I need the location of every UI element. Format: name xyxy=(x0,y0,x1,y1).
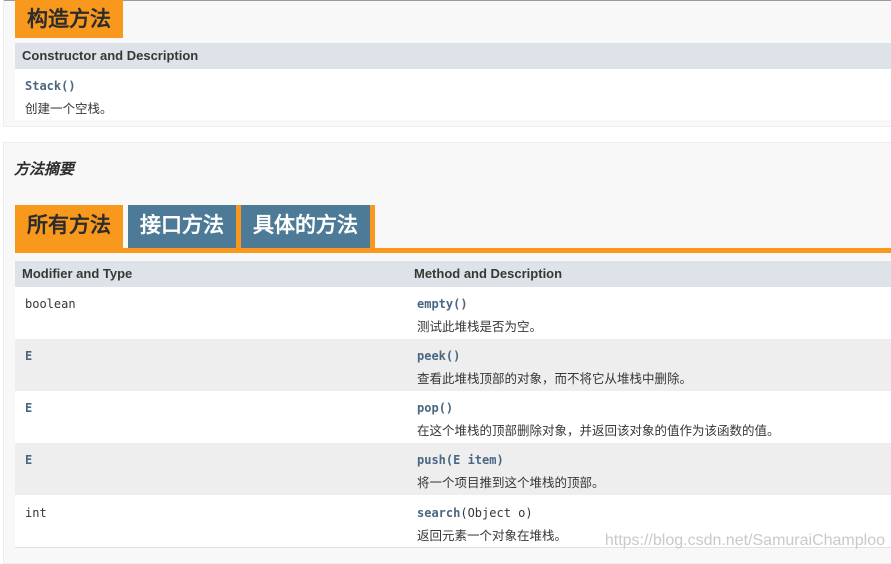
method-params: (Object o) xyxy=(460,506,533,520)
type-column-header: Modifier and Type xyxy=(22,266,133,281)
method-link-empty[interactable]: empty xyxy=(417,297,453,311)
tab-concrete-methods[interactable]: 具体的方法 xyxy=(241,205,375,248)
constructor-params: () xyxy=(61,79,76,93)
tab-interface-methods[interactable]: 接口方法 xyxy=(128,205,241,248)
tab-concrete-methods-label: 具体的方法 xyxy=(253,213,358,237)
method-params: () xyxy=(438,401,454,415)
method-description: 测试此堆栈是否为空。 xyxy=(417,319,543,334)
table-row: E pop() 在这个堆栈的顶部删除对象，并返回该对象的值作为该函数的值。 xyxy=(15,391,891,443)
method-description: 将一个项目推到这个堆栈的顶部。 xyxy=(417,475,605,490)
tab-constructors-label: 构造方法 xyxy=(27,7,111,31)
table-row: Stack() 创建一个空栈。 xyxy=(15,69,891,120)
tab-constructors[interactable]: 构造方法 xyxy=(15,0,123,38)
constructor-table-header: Constructor and Description xyxy=(15,43,891,69)
method-link-search[interactable]: search xyxy=(417,506,460,520)
watermark: https://blog.csdn.net/SamuraiChamploo xyxy=(604,532,885,549)
method-column-header: Method and Description xyxy=(414,266,563,281)
section-title: 方法摘要 xyxy=(14,160,75,178)
tab-all-methods-label: 所有方法 xyxy=(27,213,111,237)
method-params: (E item) xyxy=(445,453,504,467)
constructor-description: 创建一个空栈。 xyxy=(25,101,113,116)
return-type-link[interactable]: E xyxy=(25,349,32,363)
table-row: boolean empty() 测试此堆栈是否为空。 xyxy=(15,287,891,339)
table-row: E peek() 查看此堆栈顶部的对象，而不将它从堆栈中删除。 xyxy=(15,339,891,391)
table-row: E push(E item) 将一个项目推到这个堆栈的顶部。 xyxy=(15,443,891,495)
tab-interface-methods-label: 接口方法 xyxy=(140,213,224,237)
tab-underline xyxy=(15,248,891,253)
method-description: 返回元素一个对象在堆栈。 xyxy=(417,528,568,543)
tab-all-methods[interactable]: 所有方法 xyxy=(15,205,123,253)
method-table-header: Modifier and Type Method and Description xyxy=(15,261,891,287)
method-description: 查看此堆栈顶部的对象，而不将它从堆栈中删除。 xyxy=(417,371,693,386)
constructor-header-label: Constructor and Description xyxy=(22,48,199,63)
return-type: boolean xyxy=(25,297,76,311)
constructor-link-stack[interactable]: Stack xyxy=(25,79,61,93)
method-params: () xyxy=(445,349,461,363)
method-link-peek[interactable]: peek xyxy=(417,349,446,363)
divider xyxy=(4,0,891,1)
return-type-link[interactable]: E xyxy=(25,453,32,467)
method-link-push[interactable]: push xyxy=(417,453,446,467)
method-description: 在这个堆栈的顶部删除对象，并返回该对象的值作为该函数的值。 xyxy=(417,423,780,438)
return-type-link[interactable]: E xyxy=(25,401,32,415)
method-params: () xyxy=(453,297,468,311)
method-link-pop[interactable]: pop xyxy=(417,401,439,415)
return-type: int xyxy=(25,506,47,520)
tab-edge xyxy=(370,205,375,248)
